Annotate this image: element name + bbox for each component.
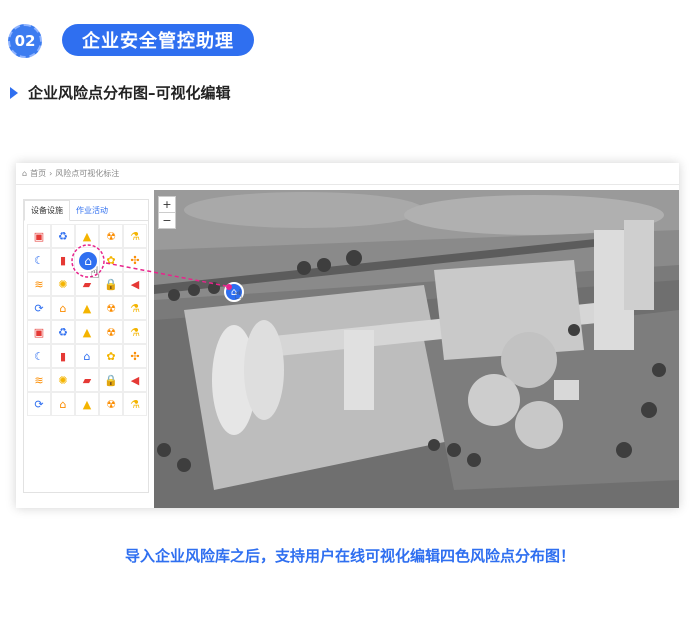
icon-palette-panel: 设备设施 作业活动 ▣♻▲☢⚗☾▮⌂✿✣≋✺▰🔒◀⟳⌂▲☢⚗▣♻▲☢⚗☾▮⌂✿✣… (23, 199, 149, 493)
home-icon[interactable]: ⌂ (75, 344, 99, 368)
home-icon[interactable]: ⌂ (22, 169, 27, 178)
warning-icon[interactable]: ▲ (75, 320, 99, 344)
hand-cursor-icon: ☝ (234, 287, 243, 303)
bulb-icon[interactable]: ✺ (51, 368, 75, 392)
house-icon[interactable]: ⌂ (51, 296, 75, 320)
breadcrumb-current: 风险点可视化标注 (55, 169, 120, 178)
section-heading: 企业风险点分布图–可视化编辑 (10, 82, 231, 103)
lock-icon[interactable]: 🔒 (99, 368, 123, 392)
palette-tabs: 设备设施 作业活动 (24, 200, 148, 221)
recycle-icon[interactable]: ♻ (51, 224, 75, 248)
flask-icon[interactable]: ⚗ (123, 392, 147, 416)
hand-cursor-icon: ☝ (90, 263, 100, 282)
moon-icon[interactable]: ☾ (27, 248, 51, 272)
caption-text: 导入企业风险库之后，支持用户在线可视化编辑四色风险点分布图！ (124, 547, 575, 565)
flask-icon[interactable]: ⚗ (123, 320, 147, 344)
warning-icon[interactable]: ▲ (75, 392, 99, 416)
fan-icon[interactable]: ✣ (123, 248, 147, 272)
flower-icon[interactable]: ✿ (99, 344, 123, 368)
bed-icon[interactable]: ▣ (27, 224, 51, 248)
bulb-icon[interactable]: ✺ (51, 272, 75, 296)
camera-icon[interactable]: ▰ (75, 368, 99, 392)
flask-icon[interactable]: ⚗ (123, 224, 147, 248)
app-window: ⌂ 首页 › 风险点可视化标注 设备设施 作业活动 ▣♻▲☢⚗☾▮⌂✿✣≋✺▰🔒… (16, 163, 679, 508)
radiation-icon[interactable]: ☢ (99, 224, 123, 248)
stack-icon[interactable]: ≋ (27, 272, 51, 296)
speaker-icon[interactable]: ◀ (123, 368, 147, 392)
feature-title: 企业安全管控助理 (62, 24, 254, 56)
zoom-out-button[interactable]: − (159, 213, 175, 228)
warning-icon[interactable]: ▲ (75, 224, 99, 248)
bed-icon[interactable]: ▣ (27, 320, 51, 344)
house-icon[interactable]: ⌂ (51, 392, 75, 416)
triangle-bullet-icon (10, 86, 18, 99)
stack-icon[interactable]: ≋ (27, 368, 51, 392)
extinguisher-icon[interactable]: ▮ (51, 344, 75, 368)
fan-icon[interactable]: ✣ (123, 344, 147, 368)
cycle-icon[interactable]: ⟳ (27, 392, 51, 416)
warning-icon[interactable]: ▲ (75, 296, 99, 320)
lock-icon[interactable]: 🔒 (99, 272, 123, 296)
breadcrumb: ⌂ 首页 › 风险点可视化标注 (16, 163, 679, 185)
flask-icon[interactable]: ⚗ (123, 296, 147, 320)
factory-map[interactable]: + − ⌂ (154, 190, 679, 508)
breadcrumb-separator: › (49, 169, 53, 178)
speaker-icon[interactable]: ◀ (123, 272, 147, 296)
zoom-control: + − (158, 196, 176, 229)
radiation-icon[interactable]: ☢ (99, 296, 123, 320)
flower-icon[interactable]: ✿ (99, 248, 123, 272)
aerial-view-image (154, 190, 679, 508)
section-title: 企业风险点分布图–可视化编辑 (28, 84, 231, 102)
step-number-badge: 02 (8, 24, 42, 58)
radiation-icon[interactable]: ☢ (99, 392, 123, 416)
extinguisher-icon[interactable]: ▮ (51, 248, 75, 272)
radiation-icon[interactable]: ☢ (99, 320, 123, 344)
recycle-icon[interactable]: ♻ (51, 320, 75, 344)
tab-equipment[interactable]: 设备设施 (24, 200, 70, 221)
cycle-icon[interactable]: ⟳ (27, 296, 51, 320)
moon-icon[interactable]: ☾ (27, 344, 51, 368)
zoom-in-button[interactable]: + (159, 197, 175, 213)
breadcrumb-home[interactable]: 首页 (30, 168, 46, 179)
tab-operations[interactable]: 作业活动 (70, 200, 114, 220)
